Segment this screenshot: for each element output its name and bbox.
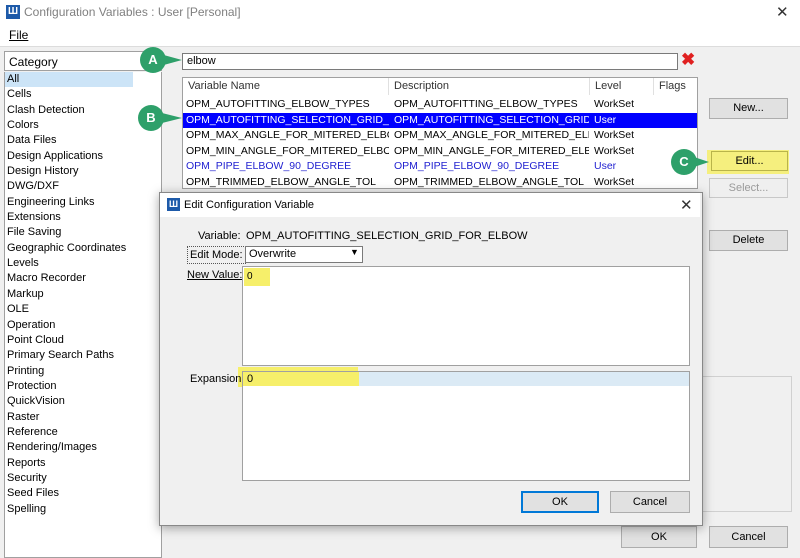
cell-level: WorkSet [594,129,635,141]
new-value-text: 0 [247,271,253,282]
category-item[interactable]: Design History [5,164,161,179]
dialog-title-bar: Ш Edit Configuration Variable ✕ [160,193,700,217]
cell-level: User [594,113,617,126]
callout-c-arrow [691,156,709,168]
category-item[interactable]: QuickVision [5,394,161,409]
category-item[interactable]: Reports [5,456,161,471]
window-title: Configuration Variables : User [Personal… [24,5,241,19]
category-item[interactable]: Extensions [5,210,161,225]
table-row[interactable]: OPM_AUTOFITTING_ELBOW_TYPES OPM_AUTOFITTI… [183,97,697,113]
category-header: Category [4,51,162,71]
category-item[interactable]: File Saving [5,225,161,240]
dialog-app-icon: Ш [167,198,180,211]
variable-label: Variable: [198,230,241,242]
category-item[interactable]: Rendering/Images [5,440,161,455]
column-header-description[interactable]: Description [389,78,590,95]
close-icon[interactable]: ✕ [776,3,789,21]
search-input[interactable]: elbow [182,53,678,70]
cell-description: OPM_PIPE_ELBOW_90_DEGREE [394,160,560,172]
expansion-label: Expansion: [190,373,245,385]
select-button[interactable]: Select... [709,178,788,198]
menu-file[interactable]: File [9,28,28,42]
category-item[interactable]: Point Cloud [5,333,161,348]
cell-variable-name: OPM_TRIMMED_ELBOW_ANGLE_TOL [186,175,377,188]
edit-mode-select[interactable]: Overwrite ▼ [245,246,363,263]
cell-description: OPM_MAX_ANGLE_FOR_MITERED_ELBOWS [394,129,589,141]
app-icon: Ш [6,5,20,19]
column-header-level[interactable]: Level [590,78,654,95]
dialog-ok-button[interactable]: OK [521,491,599,513]
dialog-title: Edit Configuration Variable [184,199,315,211]
cell-level: WorkSet [594,175,635,188]
expansion-value: 0 [247,373,254,385]
dialog-cancel-button[interactable]: Cancel [610,491,690,513]
clear-search-icon[interactable]: ✖ [681,50,695,70]
close-icon[interactable]: ✕ [680,196,693,214]
cell-level: WorkSet [594,98,635,110]
right-panel [700,376,792,512]
cell-variable-name: OPM_MIN_ANGLE_FOR_MITERED_ELBOWS [186,144,389,157]
category-item[interactable]: Levels [5,256,161,271]
category-list[interactable]: All Cells Clash Detection Colors Data Files D… [4,72,162,558]
cell-description: OPM_TRIMMED_ELBOW_ANGLE_TOL [394,175,585,188]
category-item[interactable]: Protection [5,379,161,394]
category-item[interactable]: Raster [5,410,161,425]
category-item[interactable]: Reference [5,425,161,440]
callout-b-arrow [158,112,182,124]
edit-mode-label: Edit Mode: [187,246,246,264]
delete-button[interactable]: Delete [709,230,788,251]
category-item[interactable]: Data Files [5,133,161,148]
dropdown-arrow-icon: ▼ [350,247,359,257]
category-item[interactable]: Design Applications [5,149,161,164]
ok-button[interactable]: OK [621,526,697,548]
new-button[interactable]: New... [709,98,788,119]
cell-description: OPM_AUTOFITTING_SELECTION_GRID_FOR... [394,113,589,126]
edit-mode-value: Overwrite [249,248,297,260]
category-item[interactable]: Cells [5,87,161,102]
cell-variable-name: OPM_PIPE_ELBOW_90_DEGREE [186,160,352,172]
variable-value: OPM_AUTOFITTING_SELECTION_GRID_FOR_ELBOW [246,230,528,242]
cell-variable-name: OPM_AUTOFITTING_SELECTION_GRID_FOR_... [186,113,389,126]
table-row[interactable]: OPM_TRIMMED_ELBOW_ANGLE_TOL OPM_TRIMMED_E… [183,175,697,189]
category-item[interactable]: Geographic Coordinates [5,241,161,256]
category-item[interactable]: DWG/DXF [5,179,161,194]
menu-bar: File [0,24,800,47]
edit-button[interactable]: Edit... [711,151,788,171]
category-item[interactable]: Markup [5,287,161,302]
category-item[interactable]: Engineering Links [5,195,161,210]
cancel-button[interactable]: Cancel [709,526,788,548]
expansion-value-highlight [243,372,359,386]
column-header-flags[interactable]: Flags [654,78,697,95]
cell-description: OPM_MIN_ANGLE_FOR_MITERED_ELBOWS [394,144,589,157]
title-bar: Ш Configuration Variables : User [Person… [0,0,800,24]
table-row[interactable]: OPM_MIN_ANGLE_FOR_MITERED_ELBOWS OPM_MIN_… [183,144,697,160]
cell-level: User [594,160,617,172]
callout-a-arrow [160,54,182,66]
category-item[interactable]: Printing [5,364,161,379]
category-item[interactable]: All [5,72,133,88]
category-item[interactable]: Spelling [5,502,161,517]
cell-variable-name: OPM_MAX_ANGLE_FOR_MITERED_ELBOWS [186,129,389,141]
new-value-textarea[interactable]: 0 [242,266,690,366]
column-header-variable-name[interactable]: Variable Name [183,78,389,95]
category-item[interactable]: Security [5,471,161,486]
category-item[interactable]: OLE [5,302,161,317]
expansion-textarea: 0 [242,371,690,481]
variables-table[interactable]: Variable Name Description Level Flags OP… [182,77,698,189]
category-item[interactable]: Macro Recorder [5,271,161,286]
category-item[interactable]: Operation [5,318,161,333]
table-row[interactable]: OPM_AUTOFITTING_SELECTION_GRID_FOR_... OP… [183,112,697,128]
cell-description: OPM_AUTOFITTING_ELBOW_TYPES [394,98,578,110]
table-row[interactable]: OPM_PIPE_ELBOW_90_DEGREE OPM_PIPE_ELBOW_9… [183,159,697,175]
cell-variable-name: OPM_AUTOFITTING_ELBOW_TYPES [186,98,370,110]
new-value-label: New Value: [187,269,243,281]
edit-variable-dialog: Ш Edit Configuration Variable ✕ Variable… [159,192,703,526]
table-row[interactable]: OPM_MAX_ANGLE_FOR_MITERED_ELBOWS OPM_MAX_… [183,128,697,144]
category-item[interactable]: Seed Files [5,486,161,501]
cell-level: WorkSet [594,144,635,157]
category-item[interactable]: Primary Search Paths [5,348,161,363]
menu-file-label: File [9,28,29,42]
